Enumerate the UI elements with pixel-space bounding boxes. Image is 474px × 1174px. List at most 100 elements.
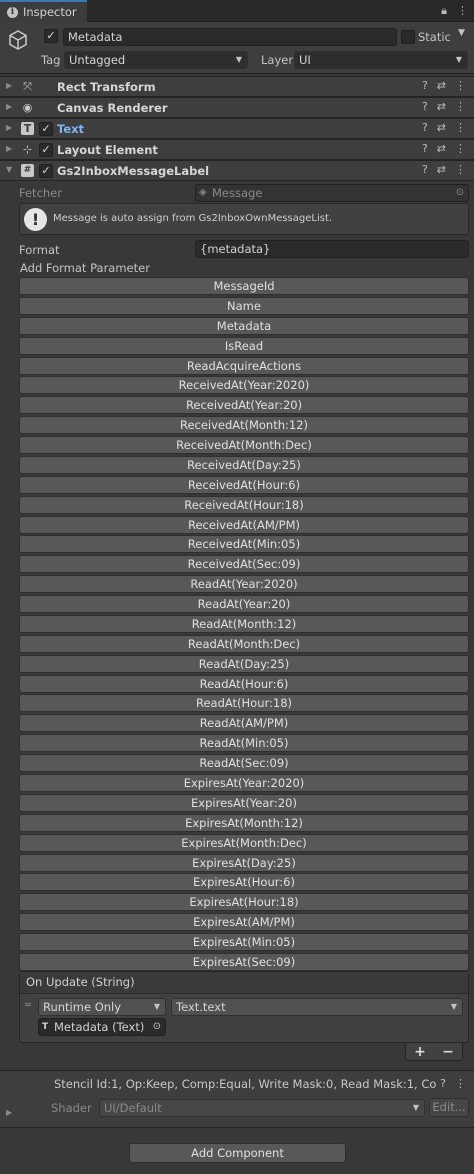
format-parameter-button[interactable]: ReceivedAt(Min:05): [19, 535, 469, 554]
fetcher-object-field[interactable]: ◈ Message ⊙: [195, 184, 469, 202]
kebab-menu-icon[interactable]: ⋮: [455, 163, 466, 176]
format-parameter-button[interactable]: ExpiresAt(Month:Dec): [19, 833, 469, 852]
kebab-menu-icon[interactable]: ⋮: [457, 4, 468, 18]
component-text[interactable]: ▶ T ✓ Text ? ⇄ ⋮: [0, 118, 474, 139]
format-parameter-button[interactable]: Metadata: [19, 316, 469, 335]
runtime-mode-dropdown[interactable]: Runtime Only ▼: [38, 998, 166, 1016]
foldout-arrow-icon[interactable]: ▶: [6, 123, 12, 132]
format-parameter-button[interactable]: ReceivedAt(Sec:09): [19, 555, 469, 574]
format-parameter-button[interactable]: ExpiresAt(Month:12): [19, 813, 469, 832]
format-parameter-button[interactable]: ReadAcquireActions: [19, 356, 469, 375]
format-parameter-button[interactable]: ExpiresAt(Hour:6): [19, 873, 469, 892]
format-parameter-button[interactable]: ReadAt(Hour:18): [19, 694, 469, 713]
tab-label: Inspector: [23, 5, 77, 19]
help-icon[interactable]: ?: [422, 121, 428, 134]
component-enabled-checkbox[interactable]: ✓: [39, 122, 53, 136]
format-parameter-button[interactable]: ReadAt(Day:25): [19, 654, 469, 673]
format-parameter-button[interactable]: ReceivedAt(AM/PM): [19, 515, 469, 534]
foldout-arrow-icon[interactable]: ▶: [6, 102, 12, 111]
format-parameter-button[interactable]: ReceivedAt(Year:2020): [19, 376, 469, 395]
component-gs2-inbox-message-label[interactable]: ▼ # ✓ Gs2InboxMessageLabel ? ⇄ ⋮: [0, 160, 474, 181]
event-target-value: Metadata (Text): [54, 1020, 145, 1034]
rect-transform-icon: ⤧: [23, 80, 32, 93]
format-input[interactable]: {metadata}: [195, 240, 469, 258]
settings-icon[interactable]: ⇄: [437, 142, 446, 155]
component-layout-element[interactable]: ▶ ⊹ ✓ Layout Element ? ⇄ ⋮: [0, 139, 474, 160]
kebab-menu-icon[interactable]: ⋮: [455, 1077, 466, 1090]
object-picker-icon[interactable]: ⊙: [456, 185, 464, 201]
material-tools: ? ⋮: [440, 1077, 466, 1090]
component-rect-transform[interactable]: ▶ ⤧ Rect Transform ? ⇄ ⋮: [0, 76, 474, 97]
format-parameter-button[interactable]: ReceivedAt(Hour:18): [19, 495, 469, 514]
shader-value: UI/Default: [104, 1101, 162, 1115]
foldout-arrow-icon[interactable]: ▶: [6, 81, 12, 90]
layer-value: UI: [299, 53, 311, 67]
format-parameter-button[interactable]: ExpiresAt(Hour:18): [19, 893, 469, 912]
settings-icon[interactable]: ⇄: [437, 79, 446, 92]
gameobject-name-field[interactable]: Metadata: [63, 28, 397, 46]
gameobject-active-checkbox[interactable]: ✓: [44, 29, 58, 43]
object-picker-icon[interactable]: ⊙: [153, 1019, 161, 1035]
static-dropdown-icon[interactable]: ▼: [458, 28, 465, 38]
settings-icon[interactable]: ⇄: [437, 121, 446, 134]
format-parameter-button[interactable]: ReceivedAt(Month:Dec): [19, 436, 469, 455]
format-parameter-button[interactable]: ReadAt(Hour:6): [19, 674, 469, 693]
format-parameter-button[interactable]: ReadAt(Sec:09): [19, 754, 469, 773]
add-component-button[interactable]: Add Component: [129, 1143, 346, 1163]
shader-dropdown[interactable]: UI/Default ▼: [99, 1099, 425, 1117]
tab-inspector[interactable]: i Inspector: [0, 0, 87, 22]
add-listener-button[interactable]: +: [414, 1044, 426, 1060]
format-parameter-button[interactable]: ExpiresAt(Year:20): [19, 793, 469, 812]
format-parameter-button[interactable]: ReadAt(Month:Dec): [19, 634, 469, 653]
component-name: Rect Transform: [57, 80, 156, 94]
remove-listener-button[interactable]: −: [442, 1044, 454, 1060]
settings-icon[interactable]: ⇄: [437, 163, 446, 176]
format-parameter-button[interactable]: ReadAt(Month:12): [19, 614, 469, 633]
help-icon[interactable]: ?: [422, 163, 428, 176]
format-parameter-button[interactable]: ReadAt(Min:05): [19, 734, 469, 753]
format-parameter-button[interactable]: ReadAt(AM/PM): [19, 714, 469, 733]
static-checkbox[interactable]: [401, 30, 415, 44]
component-enabled-checkbox[interactable]: ✓: [39, 143, 53, 157]
format-parameter-button[interactable]: MessageId: [19, 277, 469, 295]
format-parameter-button[interactable]: ExpiresAt(AM/PM): [19, 913, 469, 932]
foldout-arrow-down-icon[interactable]: ▼: [6, 165, 12, 174]
drag-handle-icon[interactable]: ═: [25, 1000, 31, 1011]
format-parameter-button[interactable]: ReadAt(Year:2020): [19, 575, 469, 594]
kebab-menu-icon[interactable]: ⋮: [455, 79, 466, 92]
foldout-arrow-icon[interactable]: ▶: [6, 144, 12, 153]
component-enabled-checkbox[interactable]: ✓: [39, 164, 53, 178]
format-parameter-button[interactable]: ExpiresAt(Min:05): [19, 933, 469, 952]
component-canvas-renderer[interactable]: ▶ ◉ Canvas Renderer ? ⇄ ⋮: [0, 97, 474, 118]
lock-icon[interactable]: 🔒︎: [441, 4, 447, 18]
warning-icon: !: [24, 208, 47, 231]
format-parameter-button[interactable]: ReadAt(Year:20): [19, 595, 469, 614]
layer-label: Layer: [261, 53, 294, 67]
event-target-field[interactable]: T Metadata (Text) ⊙: [38, 1018, 166, 1036]
tag-dropdown[interactable]: Untagged ▼: [64, 51, 248, 69]
help-icon[interactable]: ?: [422, 100, 428, 113]
settings-icon[interactable]: ⇄: [437, 100, 446, 113]
format-parameter-button[interactable]: ExpiresAt(Day:25): [19, 853, 469, 872]
help-icon[interactable]: ?: [422, 142, 428, 155]
help-icon[interactable]: ?: [440, 1077, 446, 1090]
help-icon[interactable]: ?: [422, 79, 428, 92]
format-parameter-button[interactable]: ReceivedAt(Day:25): [19, 455, 469, 474]
format-parameter-button[interactable]: ExpiresAt(Year:2020): [19, 774, 469, 792]
format-parameter-button[interactable]: ExpiresAt(Sec:09): [19, 952, 469, 971]
kebab-menu-icon[interactable]: ⋮: [455, 121, 466, 134]
format-parameter-button[interactable]: ReceivedAt(Hour:6): [19, 475, 469, 494]
kebab-menu-icon[interactable]: ⋮: [455, 100, 466, 113]
format-parameter-button[interactable]: IsRead: [19, 336, 469, 355]
text-icon: T: [42, 1022, 49, 1032]
kebab-menu-icon[interactable]: ⋮: [455, 142, 466, 155]
function-dropdown[interactable]: Text.text ▼: [171, 998, 463, 1016]
tab-tools: 🔒︎ ⋮: [441, 4, 468, 18]
foldout-arrow-icon[interactable]: ▶: [6, 1108, 12, 1117]
format-parameter-button[interactable]: ReceivedAt(Month:12): [19, 416, 469, 435]
layer-dropdown[interactable]: UI ▼: [294, 51, 468, 69]
format-parameter-button[interactable]: ReceivedAt(Year:20): [19, 396, 469, 415]
script-icon: #: [21, 164, 34, 177]
edit-shader-button[interactable]: Edit...: [429, 1098, 469, 1117]
format-parameter-button[interactable]: Name: [19, 296, 469, 315]
